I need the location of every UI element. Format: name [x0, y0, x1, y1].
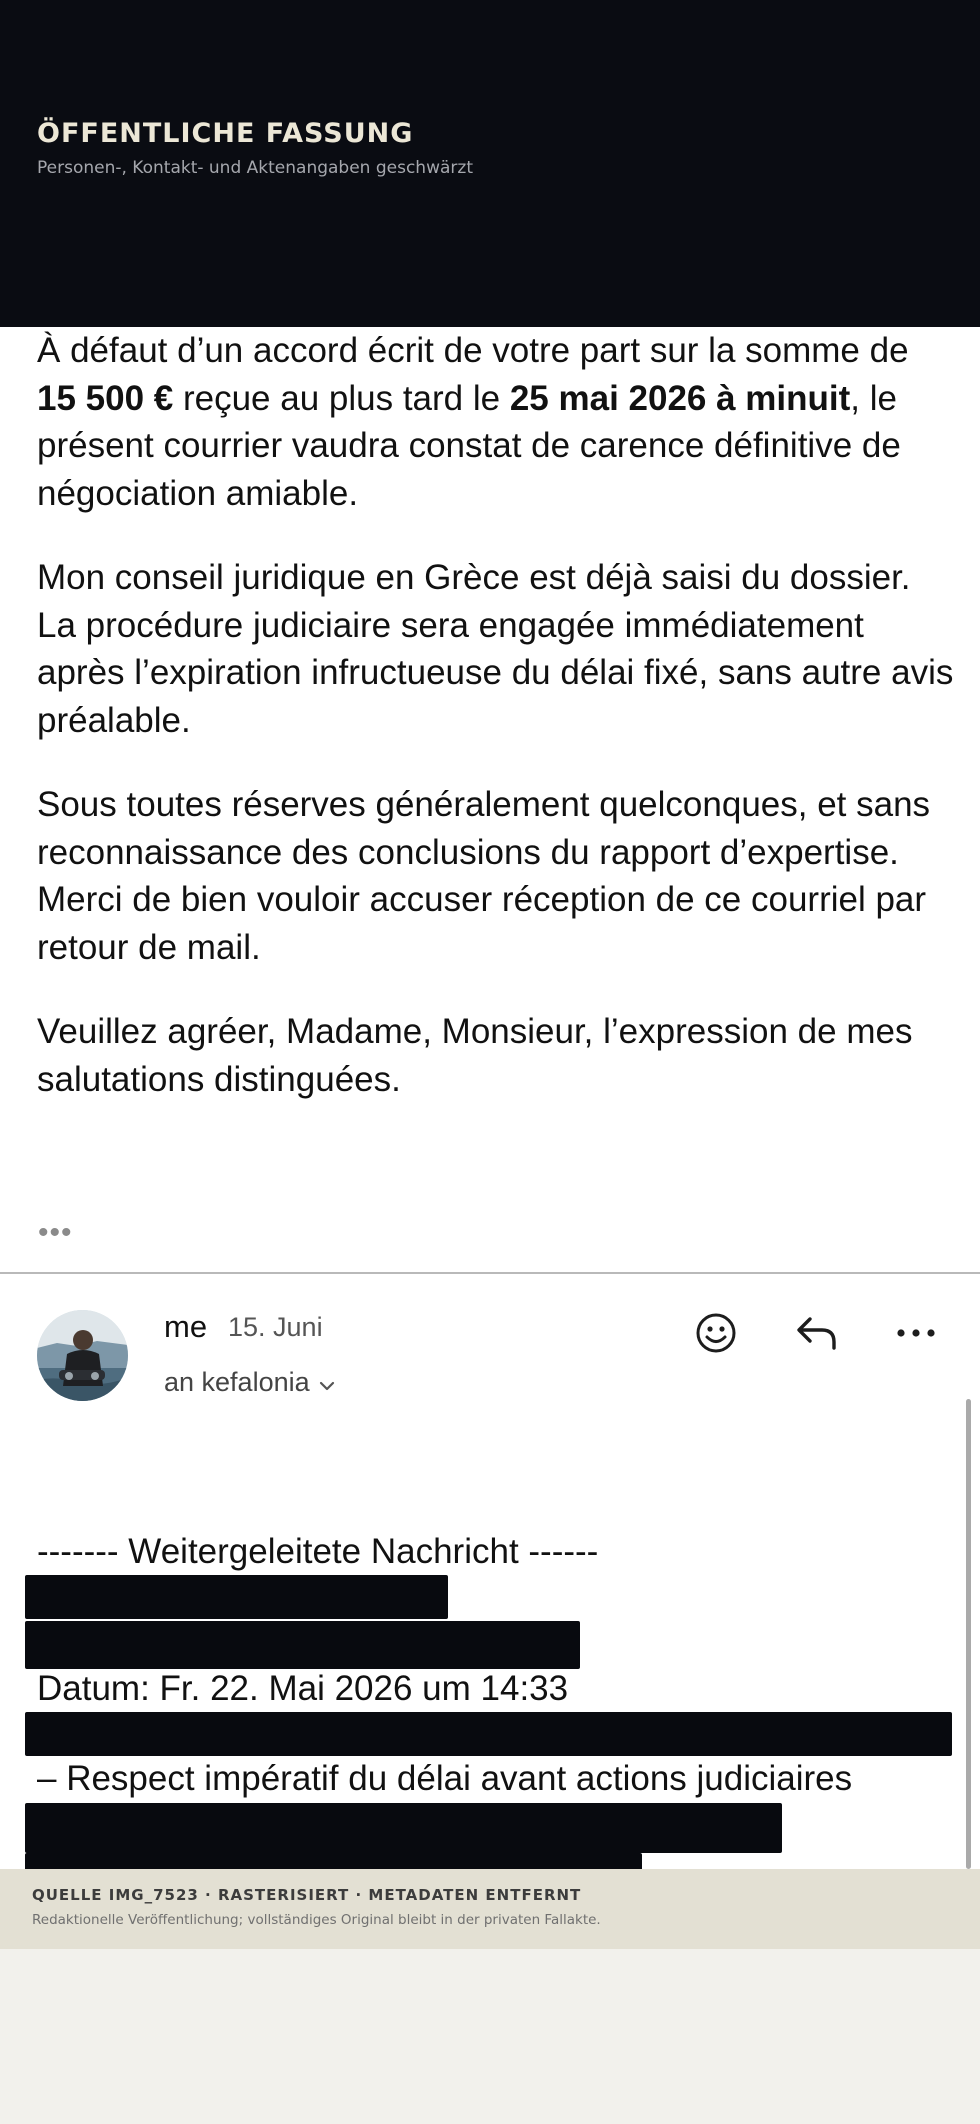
amount-text: 15 500 €: [37, 378, 174, 418]
paragraph-legal-counsel: Mon conseil juridique en Grèce est déjà …: [37, 558, 954, 740]
footer-subtitle: Redaktionelle Veröffentlichung; vollstän…: [32, 1912, 601, 1928]
header-subtitle: Personen-, Kontakt- und Aktenangaben ges…: [37, 158, 473, 178]
recipient-label: an kefalonia: [164, 1367, 310, 1397]
sender-name: me: [164, 1309, 208, 1344]
text-segment: reçue au plus tard le: [173, 378, 510, 418]
reply-button[interactable]: [788, 1307, 844, 1363]
paragraph-ultimatum: À défaut d’un accord écrit de votre part…: [37, 327, 957, 517]
message-date: 15. Juni: [228, 1312, 323, 1342]
smiley-icon: [695, 1312, 737, 1359]
more-icon: [896, 1326, 936, 1344]
redaction-header: ÖFFENTLICHE FASSUNG Personen-, Kontakt- …: [0, 0, 980, 327]
text-segment: Sous toutes réserves généralement quelco…: [37, 785, 931, 872]
message-body: À défaut d’un accord écrit de votre part…: [37, 327, 957, 1140]
forward-date-line: Datum: Fr. 22. Mai 2026 um 14:33: [37, 1669, 569, 1708]
scrollbar[interactable]: [966, 1399, 971, 1869]
deadline-text: 25 mai 2026 à minuit: [509, 378, 851, 418]
source-footer: QUELLE IMG_7523 · RASTERISIERT · METADAT…: [0, 1869, 980, 1949]
reply-icon: [794, 1314, 838, 1357]
forward-subject-line: – Respect impératif du délai avant actio…: [37, 1759, 853, 1798]
add-reaction-button[interactable]: [688, 1307, 744, 1363]
redaction-bar: [25, 1621, 580, 1669]
mail-view[interactable]: À défaut d’un accord écrit de votre part…: [0, 327, 980, 1869]
recipient-toggle[interactable]: an kefalonia: [164, 1367, 336, 1399]
avatar[interactable]: [37, 1310, 128, 1401]
redaction-bar: [25, 1712, 952, 1756]
show-quoted-text-button[interactable]: •••: [38, 1218, 73, 1248]
message-divider: [0, 1272, 980, 1274]
header-title: ÖFFENTLICHE FASSUNG: [37, 118, 414, 149]
more-options-button[interactable]: [888, 1307, 944, 1363]
chevron-down-icon: [318, 1368, 336, 1399]
footer-title: QUELLE IMG_7523 · RASTERISIERT · METADAT…: [32, 1886, 582, 1904]
text-segment: Merci de bien vouloir accuser réception …: [37, 880, 927, 967]
redaction-bar: [25, 1575, 448, 1619]
redaction-bar: [25, 1803, 782, 1853]
redaction-bar: [25, 1853, 642, 1869]
forward-header: ------- Weitergeleitete Nachricht ------: [37, 1532, 599, 1571]
paragraph-reservations: Sous toutes réserves généralement quelco…: [37, 781, 957, 971]
paragraph-closing: Veuillez agréer, Madame, Monsieur, l’exp…: [37, 1012, 913, 1099]
text-segment: À défaut d’un accord écrit de votre part…: [37, 331, 909, 370]
